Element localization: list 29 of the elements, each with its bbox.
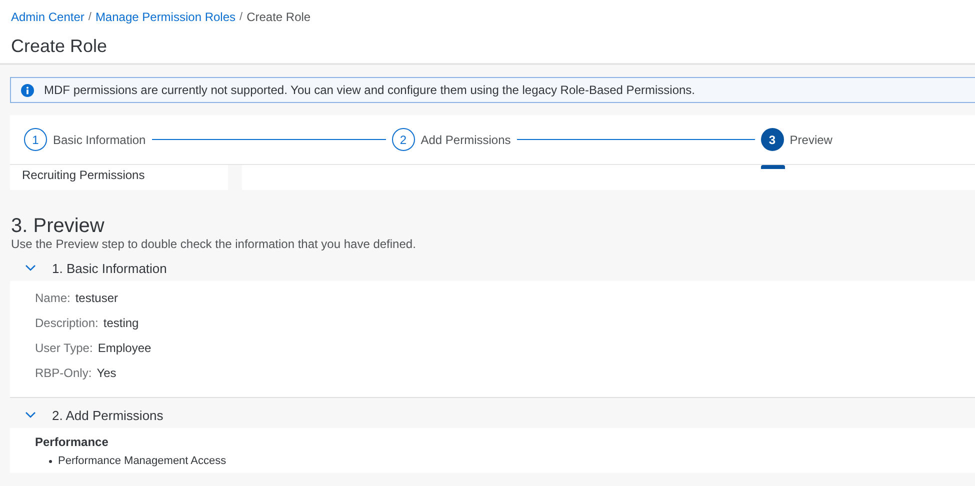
wizard-step[interactable]: 1 Basic Information [24, 128, 146, 151]
field-value: Yes [96, 366, 116, 380]
breadcrumb-separator: / [240, 11, 243, 23]
info-message: MDF permissions are currently not supported. You can view and configure them using the legacy Role-Based Permissions. [44, 83, 695, 97]
chevron-icon [25, 411, 36, 419]
section-header[interactable]: 2. Add Permissions [10, 402, 975, 428]
breadcrumb-separator: / [88, 11, 92, 23]
field-label: Description: [35, 316, 98, 330]
permission-item: Performance Management Access [58, 455, 226, 467]
bullet-icon [49, 460, 52, 462]
field-value: Employee [98, 341, 152, 355]
field-label: Name: [35, 291, 70, 305]
section-header[interactable]: 1. Basic Information [10, 255, 975, 281]
info-icon [21, 84, 34, 96]
preview-title: 3. Preview [11, 215, 106, 237]
breadcrumb-link[interactable]: Manage Permission Roles [95, 10, 236, 24]
field-value: testing [103, 316, 139, 330]
step-indicator [760, 165, 785, 169]
field-value: testuser [75, 291, 118, 305]
chevron-icon [25, 264, 36, 272]
permission-group: Performance [35, 435, 950, 449]
field-label: User Type: [35, 341, 93, 355]
wizard-step[interactable]: 3 Preview [760, 128, 832, 151]
field-label: RBP-Only: [35, 366, 92, 380]
breadcrumb-current: Create Role [246, 10, 311, 24]
breadcrumb-link[interactable]: Admin Center [11, 10, 84, 24]
page-title: Create Role [11, 36, 108, 57]
wizard-step[interactable]: 2 Add Permissions [392, 128, 511, 151]
preview-description: Use the Preview step to double check the information that you have defined. [11, 237, 417, 251]
